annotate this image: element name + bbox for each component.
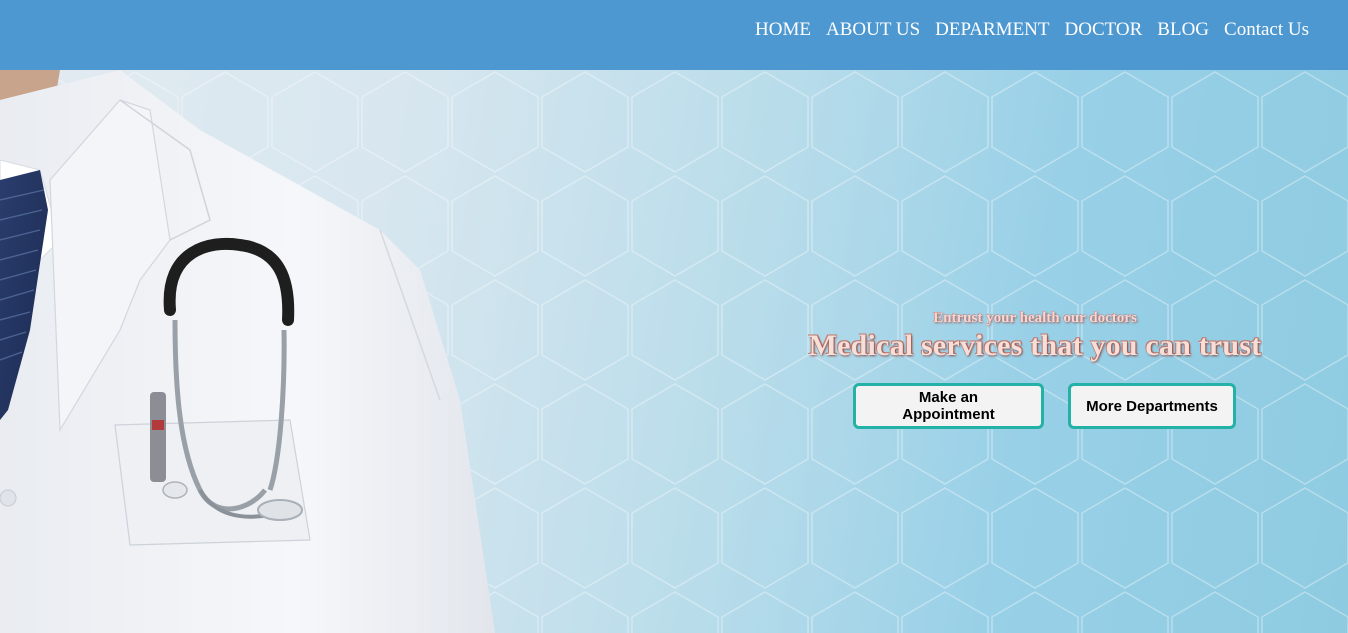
nav-item-blog: BLOG — [1157, 18, 1209, 42]
nav-item-contact-us: Contact Us — [1224, 18, 1309, 42]
nav-link-contact-us[interactable]: Contact Us — [1224, 19, 1309, 40]
hero-text-block: Entrust your health our doctors Medical … — [770, 308, 1300, 364]
hero-buttons: Make an Appointment More Departments — [853, 383, 1236, 429]
hero-banner: Entrust your health our doctors Medical … — [0, 70, 1348, 633]
doctor-with-stethoscope-image — [0, 70, 495, 633]
hero-title: Medical services that you can trust — [808, 329, 1262, 362]
nav-link-department[interactable]: DEPARMENT — [935, 19, 1049, 40]
more-departments-button[interactable]: More Departments — [1068, 383, 1236, 429]
nav-item-department: DEPARMENT — [935, 18, 1049, 42]
nav-item-about-us: ABOUT US — [826, 18, 920, 42]
nav-item-doctor: DOCTOR — [1065, 18, 1143, 42]
nav-link-about-us[interactable]: ABOUT US — [826, 19, 920, 40]
nav-link-doctor[interactable]: DOCTOR — [1065, 19, 1143, 40]
top-navbar: HOME ABOUT US DEPARMENT DOCTOR BLOG Cont… — [0, 0, 1348, 70]
page: HOME ABOUT US DEPARMENT DOCTOR BLOG Cont… — [0, 0, 1348, 633]
make-appointment-button[interactable]: Make an Appointment — [853, 383, 1044, 429]
nav-link-home[interactable]: HOME — [755, 19, 811, 40]
nav-menu: HOME ABOUT US DEPARMENT DOCTOR BLOG Cont… — [740, 18, 1309, 42]
hero-subtitle: Entrust your health our doctors — [933, 310, 1137, 326]
nav-link-blog[interactable]: BLOG — [1157, 19, 1209, 40]
nav-item-home: HOME — [755, 18, 811, 42]
